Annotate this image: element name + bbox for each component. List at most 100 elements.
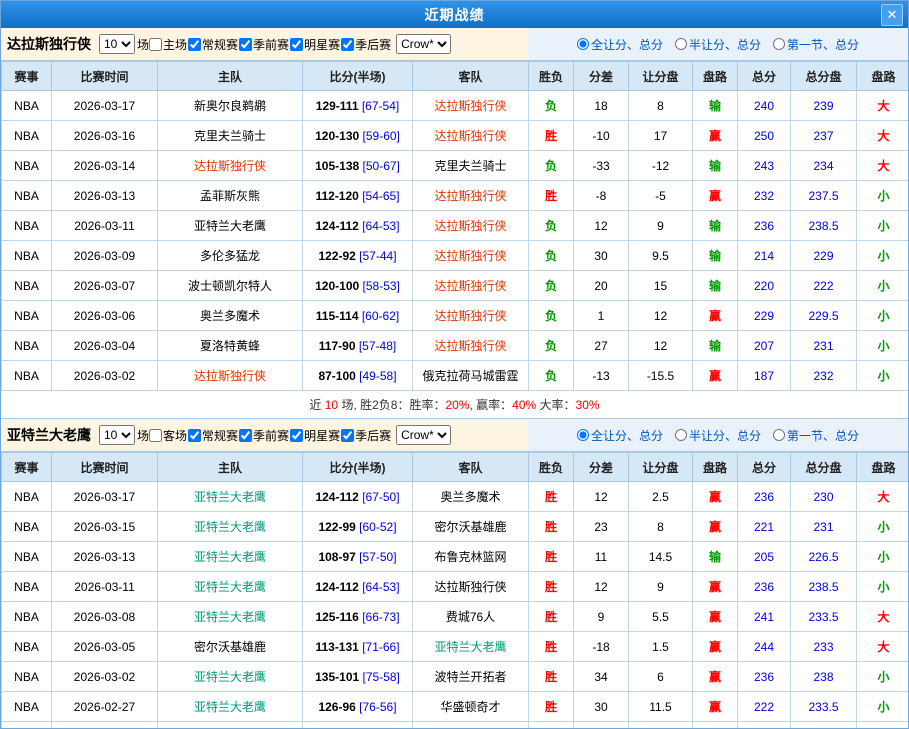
- checkbox-input[interactable]: [239, 38, 252, 51]
- stat-mode-radio-group: 全让分、总分半让分、总分第一节、总分: [528, 28, 908, 60]
- cell-score: 105-138 [50-67]: [303, 151, 413, 181]
- cell-result: 胜: [529, 602, 574, 632]
- radio-input[interactable]: [773, 38, 785, 50]
- radio-input[interactable]: [773, 429, 785, 441]
- cell-away-team: 达拉斯独行侠: [413, 121, 529, 151]
- filter-checkbox[interactable]: 常规赛: [188, 36, 238, 53]
- game-count-select[interactable]: 10: [99, 425, 135, 445]
- cell-ou-result: 大: [857, 91, 909, 121]
- full-score: 135-101: [315, 670, 359, 684]
- cell-spread-result: 赢: [693, 482, 738, 512]
- cell-away-team: 密尔沃基雄鹿: [413, 512, 529, 542]
- checkbox-input[interactable]: [290, 38, 303, 51]
- radio-input[interactable]: [577, 38, 589, 50]
- filter-checkbox[interactable]: 客场: [149, 427, 187, 444]
- checkbox-input[interactable]: [149, 429, 162, 442]
- checkbox-input[interactable]: [341, 429, 354, 442]
- game-row: NBA2026-03-11亚特兰大老鹰124-112 [64-53]达拉斯独行侠…: [2, 211, 909, 241]
- cell-total: 241: [738, 602, 791, 632]
- checkbox-input[interactable]: [149, 38, 162, 51]
- checkbox-input[interactable]: [290, 429, 303, 442]
- full-score: 87-100: [318, 369, 355, 383]
- cell-home-team: 亚特兰大老鹰: [158, 692, 303, 722]
- cell-total: 250: [738, 121, 791, 151]
- cell-date: 2026-03-08: [52, 602, 158, 632]
- cell-total-line: 238.5: [791, 572, 857, 602]
- radio-input[interactable]: [577, 429, 589, 441]
- cell-spread: 12.5: [629, 722, 693, 729]
- cell-result: 胜: [529, 632, 574, 662]
- game-count-select[interactable]: 10: [99, 34, 135, 54]
- stat-mode-radio[interactable]: 全让分、总分: [577, 427, 663, 444]
- half-score: [66-73]: [362, 610, 399, 624]
- filter-checkbox[interactable]: 季后赛: [341, 427, 391, 444]
- extra-filter-select[interactable]: Crow*: [396, 425, 451, 445]
- cell-spread: 15: [629, 271, 693, 301]
- cell-point-diff: -13: [574, 361, 629, 391]
- cell-total-line: 233.5: [791, 602, 857, 632]
- cell-spread: 11.5: [629, 692, 693, 722]
- column-header: 让分盘: [629, 62, 693, 91]
- stat-mode-radio[interactable]: 半让分、总分: [675, 427, 761, 444]
- checkbox-input[interactable]: [239, 429, 252, 442]
- cell-date: 2026-03-14: [52, 151, 158, 181]
- cell-home-team: 亚特兰大老鹰: [158, 542, 303, 572]
- cell-event: NBA: [2, 331, 52, 361]
- checkbox-label: 季后赛: [355, 427, 391, 444]
- checkbox-label: 常规赛: [202, 36, 238, 53]
- filter-checkbox[interactable]: 季前赛: [239, 36, 289, 53]
- cell-date: 2026-03-02: [52, 361, 158, 391]
- game-row: NBA2026-03-05密尔沃基雄鹿113-131 [71-66]亚特兰大老鹰…: [2, 632, 909, 662]
- cell-date: 2026-03-17: [52, 91, 158, 121]
- game-row: NBA2026-02-25亚特兰大老鹰119-98 [60-43]华盛顿奇才胜2…: [2, 722, 909, 729]
- extra-filter-select[interactable]: Crow*: [396, 34, 451, 54]
- cell-spread: 9.5: [629, 241, 693, 271]
- cell-spread-result: 输: [693, 331, 738, 361]
- stat-mode-radio[interactable]: 第一节、总分: [773, 427, 859, 444]
- cell-score: 125-116 [66-73]: [303, 602, 413, 632]
- cell-spread-result: 输: [693, 542, 738, 572]
- full-score: 120-130: [315, 129, 359, 143]
- radio-input[interactable]: [675, 38, 687, 50]
- cell-total: 205: [738, 542, 791, 572]
- stat-mode-radio[interactable]: 半让分、总分: [675, 36, 761, 53]
- cell-home-team: 亚特兰大老鹰: [158, 662, 303, 692]
- stat-mode-radio[interactable]: 第一节、总分: [773, 36, 859, 53]
- radio-input[interactable]: [675, 429, 687, 441]
- cell-home-team: 克里夫兰骑士: [158, 121, 303, 151]
- checkbox-input[interactable]: [188, 38, 201, 51]
- full-score: 113-131: [315, 640, 358, 654]
- half-score: [76-56]: [359, 700, 396, 714]
- cell-total-line: 229: [791, 241, 857, 271]
- cell-home-team: 达拉斯独行侠: [158, 151, 303, 181]
- cell-event: NBA: [2, 722, 52, 729]
- stat-mode-radio[interactable]: 全让分、总分: [577, 36, 663, 53]
- cell-total: 244: [738, 632, 791, 662]
- filter-checkbox[interactable]: 明星赛: [290, 36, 340, 53]
- cell-total: 236: [738, 482, 791, 512]
- filter-checkbox[interactable]: 常规赛: [188, 427, 238, 444]
- cell-spread-result: 赢: [693, 181, 738, 211]
- cell-spread-result: 赢: [693, 662, 738, 692]
- checkbox-input[interactable]: [188, 429, 201, 442]
- close-icon[interactable]: ✕: [881, 4, 903, 26]
- cell-spread-result: 赢: [693, 632, 738, 662]
- filter-checkbox[interactable]: 主场: [149, 36, 187, 53]
- column-header: 比赛时间: [52, 62, 158, 91]
- cell-result: 胜: [529, 482, 574, 512]
- half-score: [57-44]: [359, 249, 396, 263]
- filter-checkbox[interactable]: 季后赛: [341, 36, 391, 53]
- cell-total-line: 234: [791, 151, 857, 181]
- cell-event: NBA: [2, 181, 52, 211]
- filter-checkbox[interactable]: 季前赛: [239, 427, 289, 444]
- column-header: 让分盘: [629, 453, 693, 482]
- checkbox-input[interactable]: [341, 38, 354, 51]
- cell-spread: 9: [629, 211, 693, 241]
- cell-point-diff: 12: [574, 572, 629, 602]
- cell-date: 2026-03-06: [52, 301, 158, 331]
- cell-result: 负: [529, 301, 574, 331]
- cell-event: NBA: [2, 211, 52, 241]
- full-score: 122-99: [318, 520, 355, 534]
- filter-checkbox[interactable]: 明星赛: [290, 427, 340, 444]
- cell-spread-result: 输: [693, 151, 738, 181]
